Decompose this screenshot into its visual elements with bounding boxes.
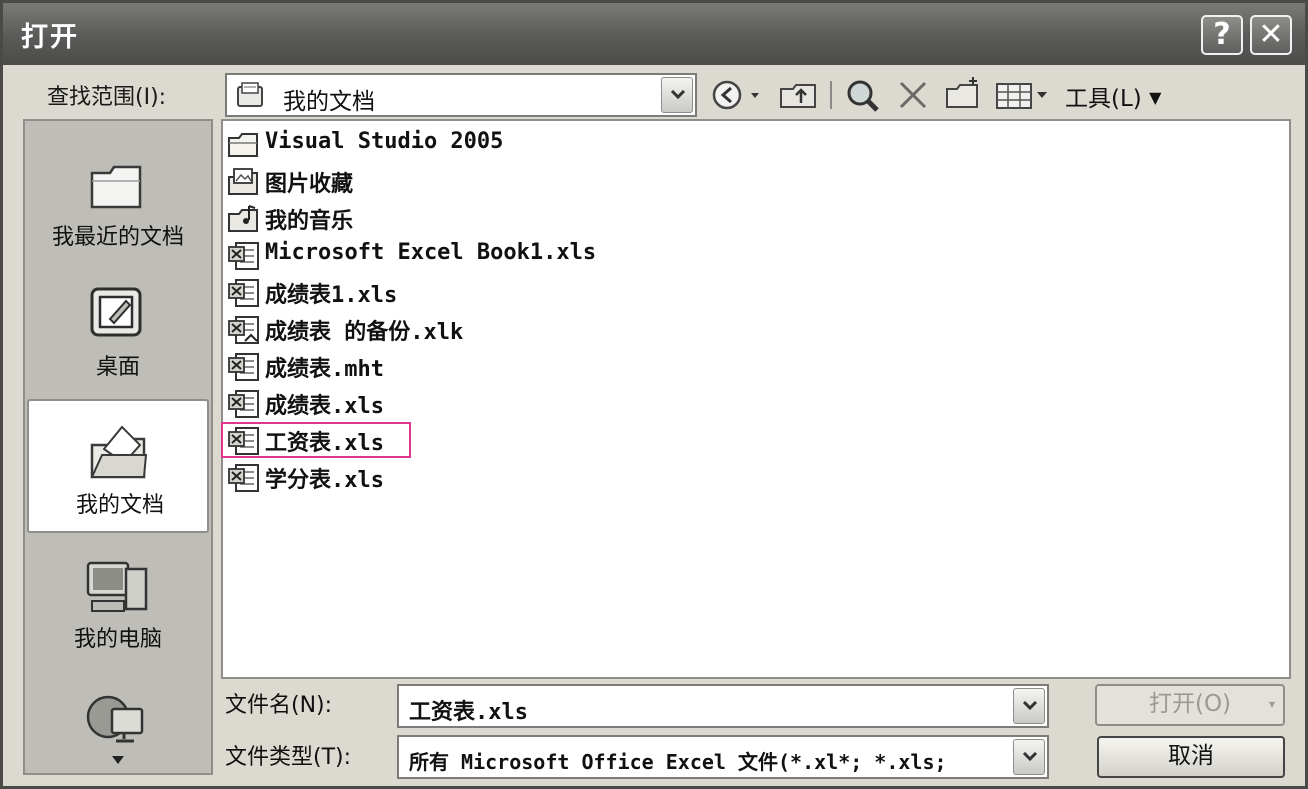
file-name: 我的音乐 bbox=[265, 209, 354, 234]
excel-file-icon bbox=[228, 242, 259, 270]
file-type-dropdown-button[interactable] bbox=[1013, 739, 1045, 775]
tools-menu-label: 工具(L) bbox=[1065, 86, 1142, 112]
excel-file-icon bbox=[228, 390, 259, 418]
look-in-combobox[interactable]: 我的文档 bbox=[225, 73, 697, 117]
file-name: 成绩表.xls bbox=[265, 394, 384, 419]
new-folder-icon[interactable] bbox=[943, 75, 983, 115]
folder-icon bbox=[228, 133, 258, 157]
file-list[interactable]: Visual Studio 2005 图片收藏 我的音乐 Microsoft E… bbox=[221, 119, 1291, 679]
file-name: 成绩表1.xls bbox=[265, 283, 398, 308]
my-documents-icon bbox=[237, 82, 263, 107]
look-in-label: 查找范围(I): bbox=[47, 85, 167, 110]
place-my-computer[interactable]: 我的电脑 bbox=[27, 535, 209, 669]
file-name: 工资表.xls bbox=[265, 431, 384, 456]
chevron-down-icon bbox=[670, 90, 686, 100]
place-desktop[interactable]: 桌面 bbox=[27, 263, 209, 397]
place-network[interactable] bbox=[27, 671, 209, 771]
chevron-down-icon bbox=[1022, 701, 1038, 711]
file-name: 学分表.xls bbox=[265, 468, 384, 493]
up-folder-icon[interactable] bbox=[777, 75, 821, 115]
my-documents-icon bbox=[90, 425, 148, 479]
toolbar-separator bbox=[830, 81, 832, 109]
file-type-select[interactable]: 所有 Microsoft Office Excel 文件(*.xl*; *.xl… bbox=[397, 735, 1049, 779]
delete-icon[interactable] bbox=[893, 75, 933, 115]
close-button[interactable]: ✕ bbox=[1250, 15, 1292, 55]
place-label: 我的电脑 bbox=[73, 627, 162, 652]
excel-backup-file-icon bbox=[228, 316, 259, 344]
file-type-value: 所有 Microsoft Office Excel 文件(*.xl*; *.xl… bbox=[409, 750, 947, 774]
file-name: Visual Studio 2005 bbox=[265, 129, 504, 154]
cancel-button[interactable]: 取消 bbox=[1097, 736, 1285, 778]
dialog-title: 打开 bbox=[21, 22, 79, 53]
excel-file-icon bbox=[228, 427, 259, 455]
views-icon[interactable] bbox=[993, 75, 1059, 115]
back-icon[interactable] bbox=[709, 75, 769, 115]
scroll-down-icon[interactable] bbox=[111, 755, 125, 765]
open-button-label: 打开(O) bbox=[1148, 691, 1232, 717]
split-arrow-icon: ▾ bbox=[1268, 697, 1275, 711]
open-button[interactable]: 打开(O) ▾ bbox=[1095, 684, 1285, 726]
excel-web-archive-icon bbox=[228, 353, 259, 381]
file-name-dropdown-button[interactable] bbox=[1013, 688, 1045, 724]
title-bar[interactable]: 打开 ? ✕ bbox=[3, 3, 1305, 65]
chevron-down-icon: ▼ bbox=[1149, 88, 1162, 107]
file-name: 成绩表.mht bbox=[265, 357, 384, 382]
music-folder-icon bbox=[228, 205, 258, 232]
file-type-label: 文件类型(T): bbox=[225, 745, 352, 770]
desktop-icon bbox=[90, 287, 142, 337]
place-label: 我最近的文档 bbox=[51, 225, 184, 250]
open-file-dialog: 打开 ? ✕ 查找范围(I): 我的文档 工具(L) ▼ 我最近的文档 桌面 我… bbox=[0, 0, 1308, 789]
look-in-value: 我的文档 bbox=[283, 89, 375, 115]
places-bar: 我最近的文档 桌面 我的文档 我的电脑 bbox=[23, 119, 213, 775]
file-name-input[interactable]: 工资表.xls bbox=[397, 684, 1049, 728]
chevron-down-icon bbox=[1022, 752, 1038, 762]
excel-file-icon bbox=[228, 464, 259, 492]
file-name: 成绩表 的备份.xlk bbox=[265, 320, 464, 345]
excel-file-icon bbox=[228, 279, 259, 307]
place-my-documents[interactable]: 我的文档 bbox=[27, 399, 209, 533]
my-computer-icon bbox=[86, 561, 148, 612]
place-label: 我的文档 bbox=[75, 493, 164, 518]
file-name: Microsoft Excel Book1.xls bbox=[265, 240, 597, 265]
place-label: 桌面 bbox=[95, 355, 140, 380]
file-name-label: 文件名(N): bbox=[225, 693, 333, 718]
tools-menu[interactable]: 工具(L) ▼ bbox=[1065, 79, 1161, 113]
file-name-value: 工资表.xls bbox=[409, 700, 528, 725]
search-web-icon[interactable] bbox=[841, 75, 885, 115]
place-recent-documents[interactable]: 我最近的文档 bbox=[27, 127, 209, 261]
help-button[interactable]: ? bbox=[1201, 15, 1243, 55]
network-places-icon bbox=[86, 695, 144, 743]
pictures-folder-icon bbox=[228, 168, 258, 195]
look-in-dropdown-button[interactable] bbox=[661, 77, 693, 113]
file-name: 图片收藏 bbox=[265, 172, 354, 197]
recent-docs-icon bbox=[90, 165, 142, 209]
